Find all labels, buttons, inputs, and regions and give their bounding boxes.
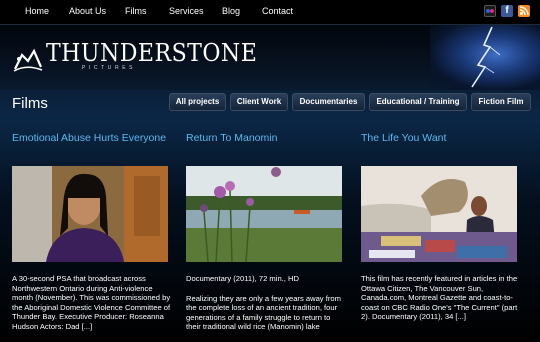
logo-mark-icon <box>13 48 43 72</box>
filter-client-work[interactable]: Client Work <box>230 93 288 111</box>
film-description: This film has recently featured in artic… <box>361 274 521 322</box>
nav-services[interactable]: Services <box>169 6 204 16</box>
filter-documentaries[interactable]: Documentaries <box>292 93 365 111</box>
film-title[interactable]: Emotional Abuse Hurts Everyone <box>12 132 166 144</box>
brand-name[interactable]: THUNDERSTONE <box>46 39 257 67</box>
film-title[interactable]: The Life You Want <box>361 132 446 144</box>
film-description-paragraph: Documentary (2011), 72 min., HD <box>186 274 299 283</box>
page-title: Films <box>12 95 48 112</box>
top-navigation: Home About Us Films Services Blog Contac… <box>0 0 540 24</box>
film-thumbnail[interactable] <box>361 166 517 262</box>
films-grid: Emotional Abuse Hurts Everyone A 30-seco… <box>0 120 540 342</box>
site-header: THUNDERSTONE PICTURES <box>0 24 540 91</box>
lightning-image <box>430 25 540 91</box>
filter-all-projects[interactable]: All projects <box>169 93 226 111</box>
films-filter-bar: Films All projects Client Work Documenta… <box>0 90 540 120</box>
facebook-icon[interactable]: f <box>501 5 513 17</box>
film-thumbnail[interactable] <box>12 166 168 262</box>
film-description-paragraph: This film has recently featured in artic… <box>361 274 518 322</box>
film-description-paragraph: Realizing they are only a few years away… <box>186 293 341 332</box>
nav-films[interactable]: Films <box>125 6 147 16</box>
film-description-paragraph: A 30-second PSA that broadcast across No… <box>12 274 171 331</box>
nav-home[interactable]: Home <box>25 6 49 16</box>
film-title[interactable]: Return To Manomin <box>186 132 277 144</box>
film-thumbnail[interactable] <box>186 166 342 262</box>
flickr-icon[interactable] <box>484 5 496 17</box>
film-description: Documentary (2011), 72 min., HD Realizin… <box>186 274 346 332</box>
brand-tagline: PICTURES <box>82 65 137 71</box>
nav-blog[interactable]: Blog <box>222 6 240 16</box>
nav-contact[interactable]: Contact <box>262 6 293 16</box>
nav-about-us[interactable]: About Us <box>69 6 106 16</box>
filter-fiction-film[interactable]: Fiction Film <box>471 93 531 111</box>
filter-educational-training[interactable]: Educational / Training <box>369 93 467 111</box>
rss-icon[interactable] <box>518 5 530 17</box>
film-description: A 30-second PSA that broadcast across No… <box>12 274 172 332</box>
